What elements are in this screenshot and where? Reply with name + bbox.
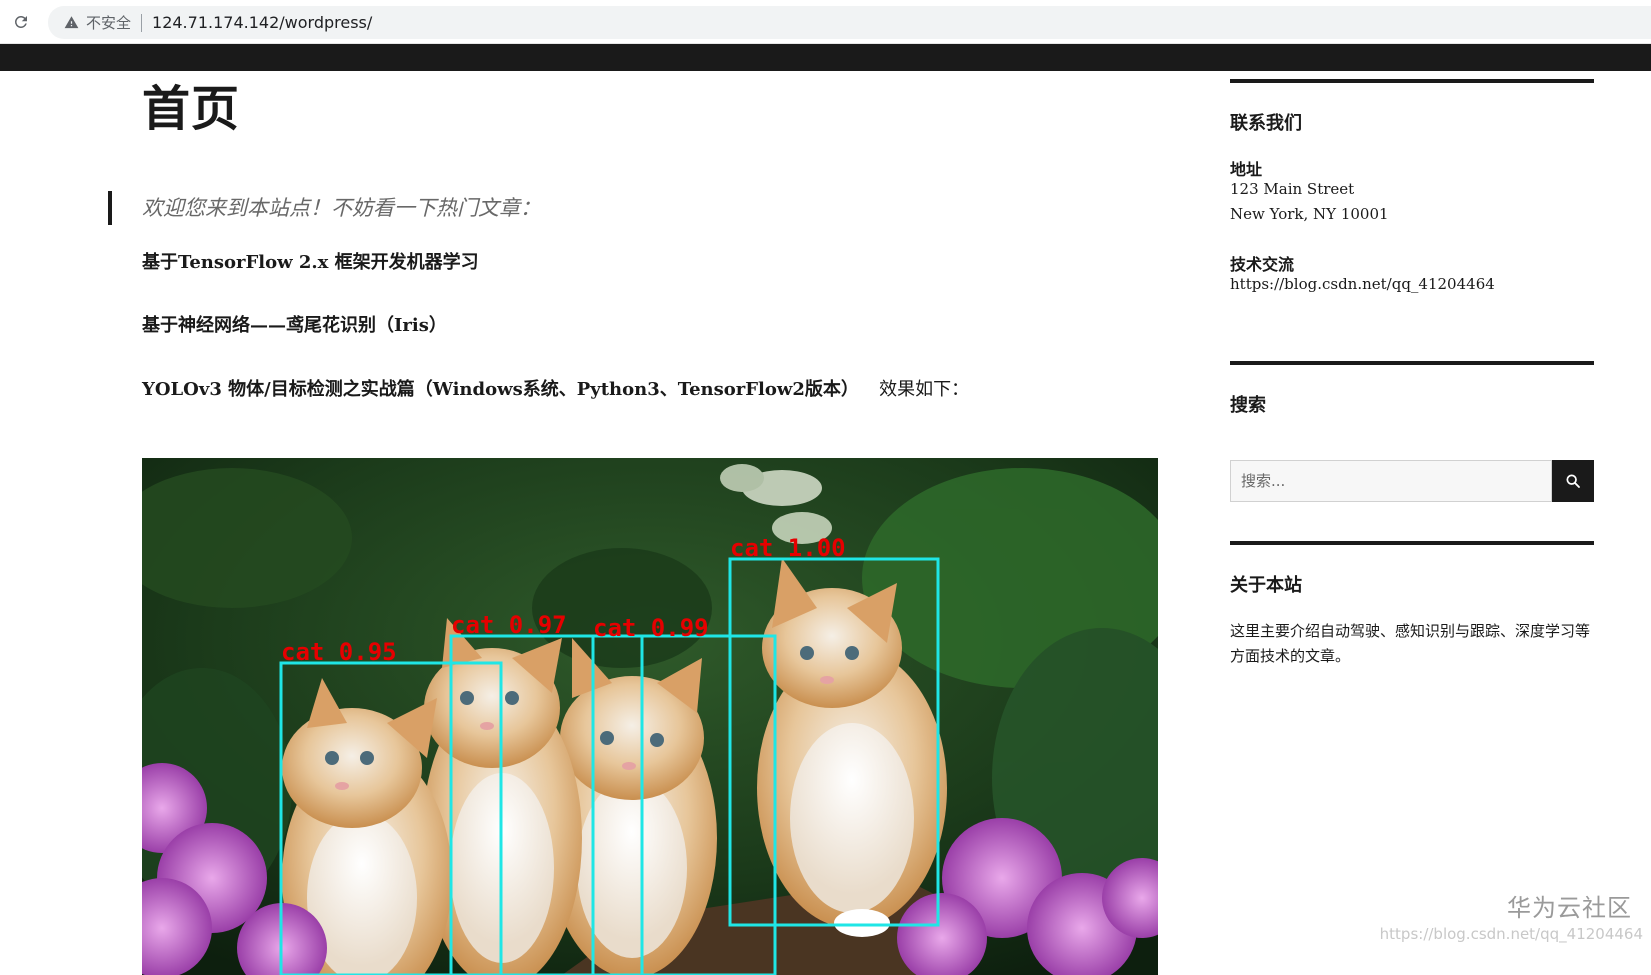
reload-icon[interactable] (10, 11, 32, 33)
widget-divider (1230, 541, 1594, 545)
not-secure-warning-icon[interactable] (62, 14, 80, 32)
article-link-iris[interactable]: 基于神经网络——鸢尾花识别（Iris） (142, 311, 447, 337)
detection-label-4: cat 0.95 (281, 638, 397, 666)
article-link-yolov3[interactable]: YOLOv3 物体/目标检测之实战篇（Windows系统、Python3、Ten… (142, 379, 859, 400)
welcome-quote: 欢迎您来到本站点！不妨看一下热门文章： (142, 196, 541, 220)
security-label[interactable]: 不安全 (86, 12, 131, 33)
search-icon (1566, 474, 1580, 488)
page-main: 首页 欢迎您来到本站点！不妨看一下热门文章： 基于TensorFlow 2.x … (0, 71, 1651, 975)
detection-label-3: cat 0.99 (593, 614, 709, 642)
watermark-logo: 华为云社区 (1507, 894, 1632, 922)
contact-widget-title: 联系我们 (1230, 113, 1302, 134)
detection-label-2: cat 0.97 (451, 611, 567, 639)
browser-toolbar: 不安全 124.71.174.142/wordpress/ (0, 0, 1651, 44)
url-text[interactable]: 124.71.174.142/wordpress/ (152, 13, 372, 32)
search-widget-title: 搜索 (1230, 395, 1266, 416)
address-line-1: 123 Main Street (1230, 180, 1355, 198)
search-input[interactable] (1230, 460, 1552, 502)
tech-link[interactable]: https://blog.csdn.net/qq_41204464 (1230, 272, 1495, 297)
widget-divider (1230, 79, 1594, 83)
widget-divider (1230, 361, 1594, 365)
address-bar[interactable]: 不安全 124.71.174.142/wordpress/ (48, 6, 1651, 39)
article-yolov3-suffix: 效果如下： (879, 379, 970, 400)
about-widget-title: 关于本站 (1230, 575, 1302, 596)
about-widget-text: 这里主要介绍自动驾驶、感知识别与跟踪、深度学习等方面技术的文章。 (1230, 622, 1591, 665)
omnibox-divider (141, 13, 143, 32)
article-link-tensorflow[interactable]: 基于TensorFlow 2.x 框架开发机器学习 (142, 248, 479, 274)
blockquote-bar (108, 191, 112, 225)
detection-label-1: cat 1.00 (730, 534, 846, 562)
kittens-detection-image: cat 1.00 cat 0.97 cat 0.99 cat 0.95 (142, 458, 1158, 975)
watermark-url: https://blog.csdn.net/qq_41204464 (1379, 925, 1643, 943)
article-yolov3-paragraph: YOLOv3 物体/目标检测之实战篇（Windows系统、Python3、Ten… (142, 375, 969, 401)
address-line-2: New York, NY 10001 (1230, 205, 1389, 223)
site-top-bar (0, 44, 1651, 71)
search-button[interactable] (1552, 460, 1594, 502)
page-title: 首页 (142, 81, 241, 137)
